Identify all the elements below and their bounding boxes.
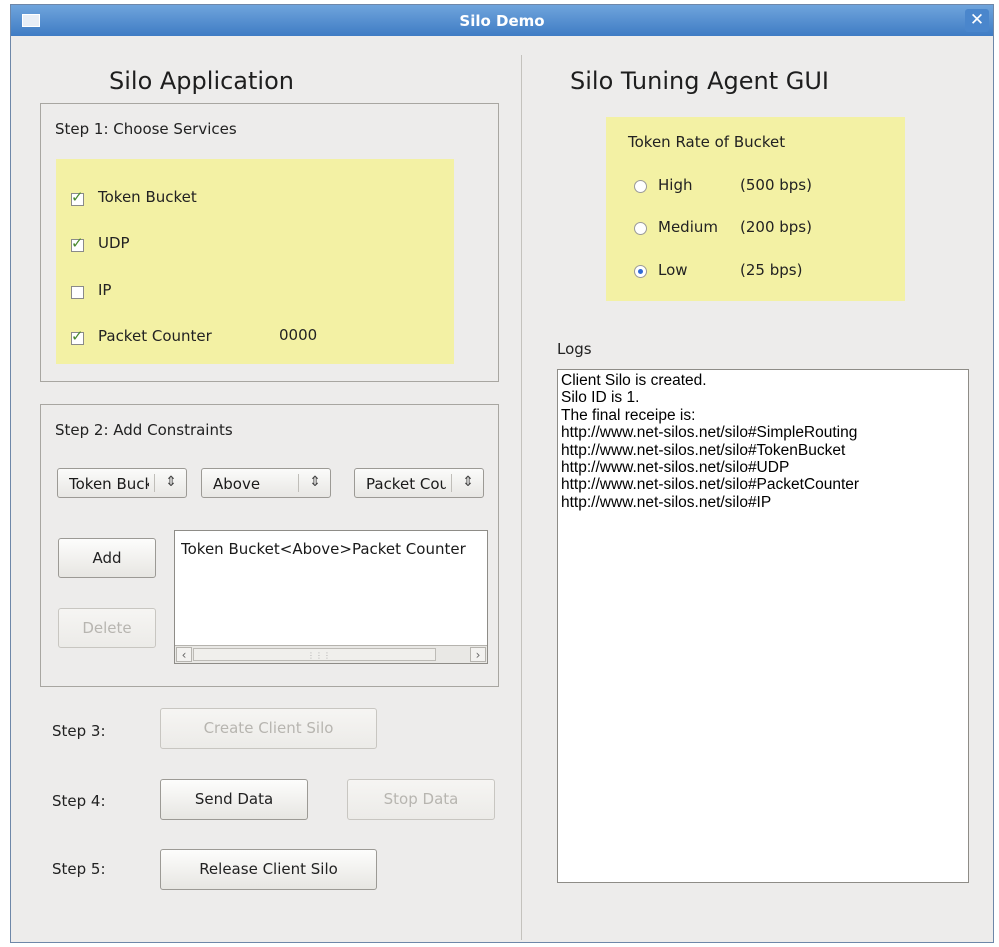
combo-separator xyxy=(154,474,155,492)
radio-high-rate: (500 bps) xyxy=(740,176,812,194)
combo-value: Packet Counter xyxy=(366,475,446,493)
step1-group: Step 1: Choose Services ✓ Token Bucket ✓… xyxy=(40,103,499,382)
constraint-item[interactable]: Token Bucket<Above>Packet Counter xyxy=(181,540,485,558)
up-down-arrows-icon: ⇕ xyxy=(309,474,321,490)
check-icon: ✓ xyxy=(71,327,84,345)
checkbox-token-bucket[interactable]: ✓ xyxy=(71,188,84,206)
checkbox-udp[interactable]: ✓ xyxy=(71,234,84,252)
send-data-button[interactable]: Send Data xyxy=(160,779,308,820)
grip-icon: ⋮⋮⋮ xyxy=(307,651,331,660)
check-icon: ✓ xyxy=(71,188,84,206)
radio-medium[interactable] xyxy=(634,222,647,235)
checkbox-token-bucket-label[interactable]: Token Bucket xyxy=(98,188,197,206)
radio-low[interactable] xyxy=(634,265,647,278)
checkbox-packet-counter-label[interactable]: Packet Counter xyxy=(98,327,212,345)
constraint-subject-select[interactable]: Token Bucket ⇕ xyxy=(57,468,187,498)
combo-separator xyxy=(298,474,299,492)
up-down-arrows-icon: ⇕ xyxy=(165,474,177,490)
radio-medium-label[interactable]: Medium xyxy=(658,218,718,236)
step2-title: Step 2: Add Constraints xyxy=(55,421,233,439)
close-button[interactable]: ✕ xyxy=(965,9,989,32)
release-client-silo-button[interactable]: Release Client Silo xyxy=(160,849,377,890)
checkbox-packet-counter[interactable]: ✓ xyxy=(71,327,84,345)
app-window: Silo Demo ✕ Silo Application Step 1: Cho… xyxy=(10,4,994,943)
constraints-list[interactable]: Token Bucket<Above>Packet Counter ‹ ⋮⋮⋮ … xyxy=(174,530,488,664)
create-client-silo-button[interactable]: Create Client Silo xyxy=(160,708,377,749)
checkbox-ip-label[interactable]: IP xyxy=(98,281,111,299)
step2-group: Step 2: Add Constraints Token Bucket ⇕ A… xyxy=(40,404,499,687)
check-icon: ✓ xyxy=(71,234,84,252)
title-bar[interactable]: Silo Demo ✕ xyxy=(11,5,993,36)
up-down-arrows-icon: ⇕ xyxy=(462,474,474,490)
scroll-left-icon[interactable]: ‹ xyxy=(176,647,192,662)
combo-value: Token Bucket xyxy=(69,475,149,493)
checkbox-ip[interactable] xyxy=(71,286,84,299)
tuning-agent-heading: Silo Tuning Agent GUI xyxy=(570,67,829,95)
radio-low-rate: (25 bps) xyxy=(740,261,803,279)
combo-value: Above xyxy=(213,475,261,493)
logs-textarea[interactable]: Client Silo is created. Silo ID is 1. Th… xyxy=(557,369,969,883)
logs-content: Client Silo is created. Silo ID is 1. Th… xyxy=(561,372,860,511)
horizontal-scrollbar[interactable]: ‹ ⋮⋮⋮ › xyxy=(175,645,487,663)
radio-medium-rate: (200 bps) xyxy=(740,218,812,236)
constraint-object-select[interactable]: Packet Counter ⇕ xyxy=(354,468,484,498)
window-title: Silo Demo xyxy=(459,12,545,30)
token-rate-panel: Token Rate of Bucket High (500 bps) Medi… xyxy=(606,117,905,301)
vertical-divider xyxy=(521,55,522,940)
step1-title: Step 1: Choose Services xyxy=(55,120,237,138)
step3-label: Step 3: xyxy=(52,722,106,740)
constraint-relation-select[interactable]: Above ⇕ xyxy=(201,468,331,498)
checkbox-udp-label[interactable]: UDP xyxy=(98,234,130,252)
scrollbar-thumb[interactable]: ⋮⋮⋮ xyxy=(193,648,436,661)
delete-constraint-button[interactable]: Delete xyxy=(58,608,156,648)
combo-separator xyxy=(451,474,452,492)
radio-selected-dot xyxy=(638,269,643,274)
step5-label: Step 5: xyxy=(52,860,106,878)
step4-label: Step 4: xyxy=(52,792,106,810)
radio-low-label[interactable]: Low xyxy=(658,261,688,279)
logs-label: Logs xyxy=(557,340,592,358)
add-constraint-button[interactable]: Add xyxy=(58,538,156,578)
radio-high-label[interactable]: High xyxy=(658,176,692,194)
stop-data-button[interactable]: Stop Data xyxy=(347,779,495,820)
scroll-right-icon[interactable]: › xyxy=(470,647,486,662)
services-panel: ✓ Token Bucket ✓ UDP IP ✓ Packet Counter… xyxy=(56,159,454,364)
token-rate-title: Token Rate of Bucket xyxy=(628,133,786,151)
silo-application-heading: Silo Application xyxy=(109,67,294,95)
packet-count-value: 0000 xyxy=(279,326,318,344)
radio-high[interactable] xyxy=(634,180,647,193)
